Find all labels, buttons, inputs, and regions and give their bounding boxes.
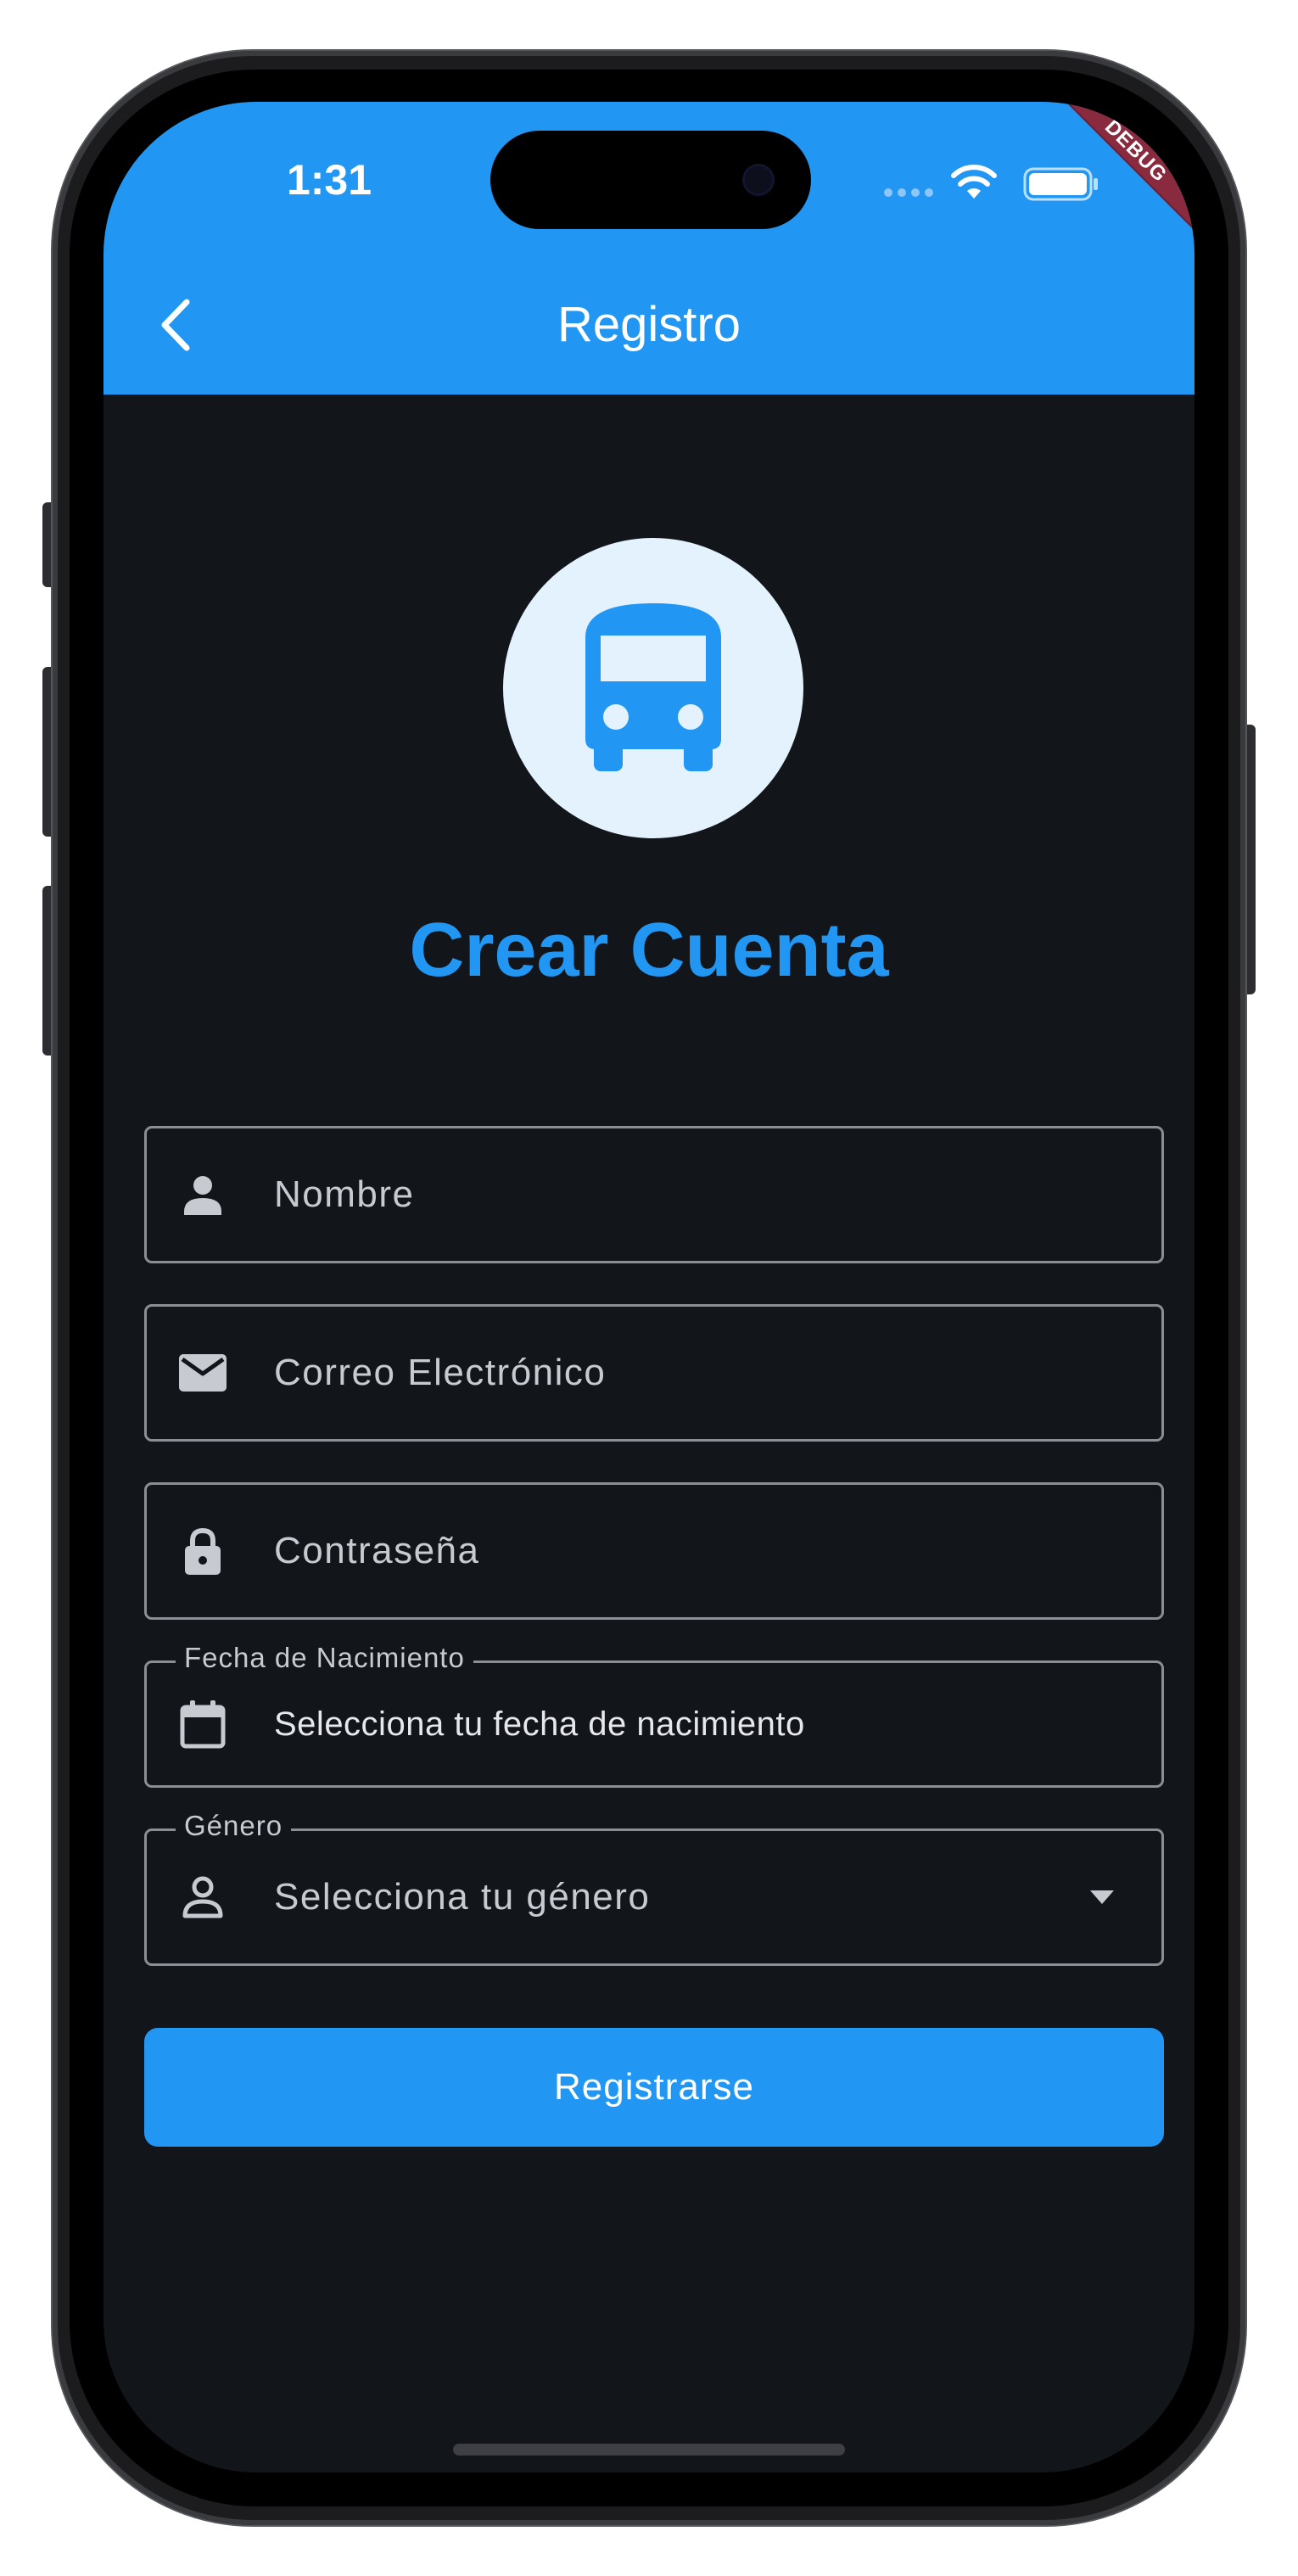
front-camera: [745, 166, 772, 193]
heading-title: Crear Cuenta: [409, 908, 889, 993]
email-placeholder: Correo Electrónico: [274, 1352, 607, 1393]
person-icon: [184, 1176, 221, 1215]
dynamic-island: [490, 131, 811, 229]
home-indicator: [453, 2444, 845, 2456]
birthdate-field[interactable]: Fecha de Nacimiento Selecciona tu fecha …: [144, 1641, 1164, 1788]
email-field[interactable]: Correo Electrónico: [144, 1304, 1164, 1442]
wifi-icon: [951, 165, 997, 199]
mail-icon: [179, 1354, 227, 1392]
register-button[interactable]: Registrarse: [144, 2028, 1164, 2147]
logo-avatar: [503, 538, 803, 838]
gender-placeholder: Selecciona tu género: [274, 1876, 651, 1918]
calendar-icon: [180, 1700, 226, 1749]
gender-dropdown[interactable]: Género Selecciona tu género: [144, 1809, 1164, 1966]
person-outline-icon: [182, 1876, 223, 1918]
page-title: Registro: [557, 297, 741, 352]
signal-dots-icon: [884, 187, 938, 199]
name-field[interactable]: Nombre: [144, 1126, 1164, 1263]
battery-icon: [1023, 167, 1098, 201]
arrow-drop-down-icon[interactable]: [1085, 1884, 1119, 1909]
phone-screen: 1:31 DEBUG Registro Crear Cuenta Nombre …: [104, 102, 1194, 2472]
birthdate-value: Selecciona tu fecha de nacimiento: [274, 1705, 805, 1743]
name-placeholder: Nombre: [274, 1173, 415, 1215]
password-placeholder: Contraseña: [274, 1530, 480, 1571]
bus-icon: [585, 603, 721, 771]
app-bar: 1:31 DEBUG Registro: [104, 102, 1194, 395]
lock-icon: [185, 1527, 221, 1575]
password-field[interactable]: Contraseña: [144, 1482, 1164, 1620]
status-time: 1:31: [286, 156, 372, 204]
device-stage: 1:31 DEBUG Registro Crear Cuenta Nombre …: [0, 0, 1298, 2576]
